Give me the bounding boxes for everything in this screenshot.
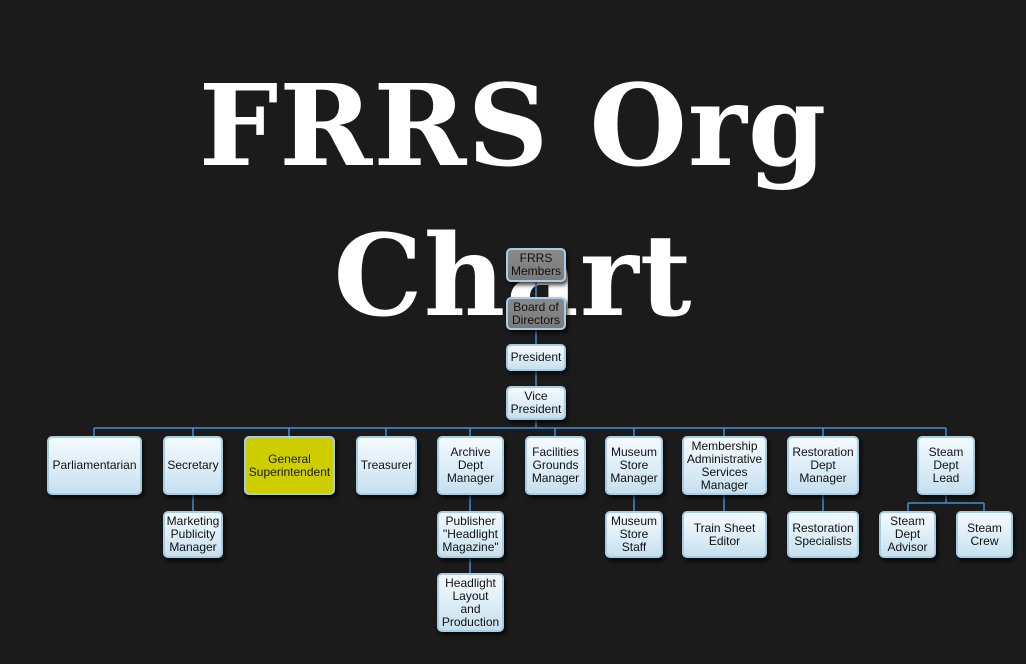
node-label: Train Sheet Editor [693,520,756,548]
node-steam-crew[interactable]: Steam Crew [956,511,1013,558]
node-label: Marketing Publicity Manager [166,514,220,554]
node-general-superintendent[interactable]: General Superintendent [244,436,335,495]
node-frrs-members[interactable]: FRRS Members [506,248,566,282]
node-label: Treasurer [360,458,413,472]
node-label: Museum Store Staff [610,514,657,554]
node-publisher-headlight[interactable]: Publisher "Headlight Magazine" [437,511,504,558]
connector-lines [93,282,985,573]
node-label: President [510,350,562,364]
node-label: Steam Dept Lead [928,445,964,485]
node-label: General Superintendent [248,451,331,479]
node-label: Board of Directors [511,299,560,327]
node-label: Restoration Dept Manager [792,445,854,485]
node-label: Archive Dept Manager [446,445,495,485]
node-label: Publisher "Headlight Magazine" [442,514,499,554]
node-label: Parliamentarian [52,458,137,472]
node-vice-president[interactable]: Vice President [506,386,566,420]
node-steam-dept-lead[interactable]: Steam Dept Lead [917,436,975,495]
node-marketing-publicity-manager[interactable]: Marketing Publicity Manager [163,511,223,558]
node-headlight-layout-production[interactable]: Headlight Layout and Production [437,573,504,632]
node-membership-manager[interactable]: Membership Administrative Services Manag… [682,436,767,495]
node-label: Steam Crew [967,520,1002,548]
node-label: Membership Administrative Services Manag… [686,438,763,492]
node-treasurer[interactable]: Treasurer [356,436,417,495]
node-board-of-directors[interactable]: Board of Directors [506,297,566,330]
node-label: Headlight Layout and Production [441,575,500,629]
node-label: Steam Dept Advisor [887,514,928,554]
node-label: Secretary [167,458,219,472]
node-parliamentarian[interactable]: Parliamentarian [47,436,142,495]
node-label: FRRS Members [510,251,561,278]
node-archive-dept-manager[interactable]: Archive Dept Manager [437,436,504,495]
node-museum-store-staff[interactable]: Museum Store Staff [605,511,663,558]
node-label: Facilities Grounds Manager [531,445,580,485]
node-restoration-specialists[interactable]: Restoration Specialists [787,511,859,558]
node-facilities-grounds-manager[interactable]: Facilities Grounds Manager [525,436,586,495]
node-label: Restoration Specialists [792,520,854,548]
node-steam-dept-advisor[interactable]: Steam Dept Advisor [879,511,936,558]
node-restoration-dept-manager[interactable]: Restoration Dept Manager [787,436,859,495]
node-secretary[interactable]: Secretary [163,436,223,495]
node-museum-store-manager[interactable]: Museum Store Manager [605,436,663,495]
node-train-sheet-editor[interactable]: Train Sheet Editor [682,511,767,558]
node-label: Museum Store Manager [610,445,658,485]
node-president[interactable]: President [506,344,566,371]
node-label: Vice President [510,389,562,416]
